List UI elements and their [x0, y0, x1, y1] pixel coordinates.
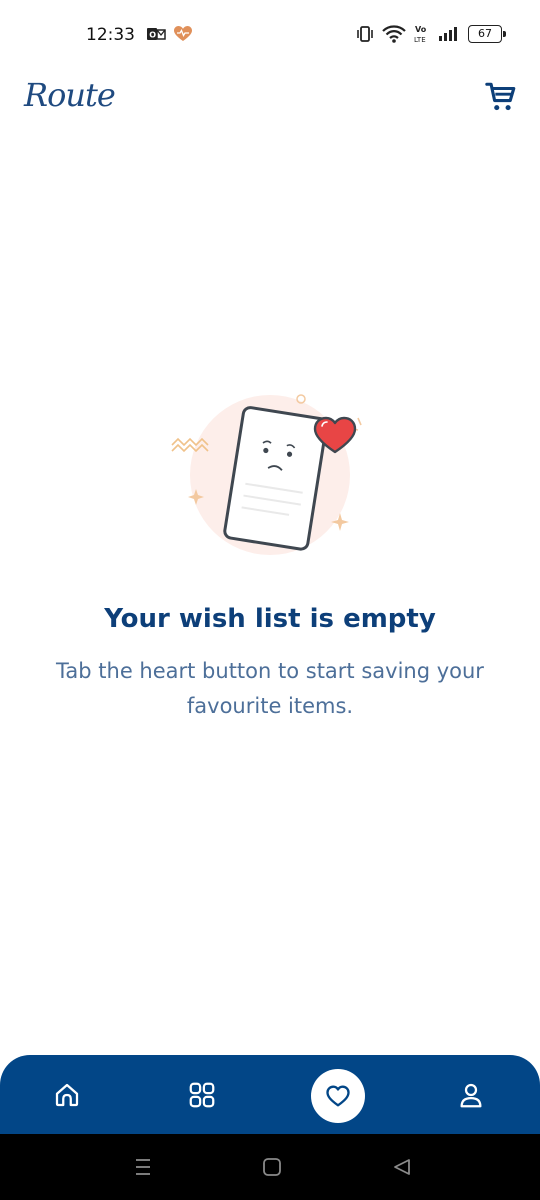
battery-indicator: 67 [468, 25, 506, 43]
empty-state-subtitle-line1: Tab the heart button to start saving you… [56, 659, 484, 683]
nav-wishlist[interactable] [311, 1069, 365, 1123]
vibrate-icon [357, 26, 373, 42]
empty-state-subtitle: Tab the heart button to start saving you… [10, 654, 530, 724]
cart-button[interactable] [482, 78, 520, 116]
health-heart-icon [174, 26, 192, 41]
recents-button[interactable] [130, 1154, 156, 1180]
route-logo: Route [24, 76, 116, 114]
empty-state-title: Your wish list is empty [104, 604, 436, 634]
recents-icon [136, 1159, 150, 1175]
home-icon [55, 1083, 79, 1107]
status-notification-icons: O [146, 26, 192, 42]
square-home-icon [263, 1158, 281, 1176]
nav-profile[interactable] [443, 1067, 499, 1123]
back-button[interactable] [389, 1154, 415, 1180]
empty-state-subtitle-line2: favourite items. [186, 694, 354, 718]
outlook-icon: O [147, 28, 166, 40]
status-system-icons: Vo LTE 67 [356, 24, 506, 44]
back-triangle-icon [394, 1159, 410, 1175]
system-navigation-bar [0, 1134, 540, 1200]
wifi-icon [382, 25, 406, 43]
nav-home[interactable] [39, 1067, 95, 1123]
bottom-navigation [0, 1055, 540, 1135]
volte-icon: Vo LTE [414, 25, 427, 44]
user-icon [460, 1083, 482, 1108]
grid-icon [189, 1082, 215, 1108]
svg-text:Vo: Vo [415, 25, 427, 34]
cart-icon [485, 82, 516, 111]
svg-text:LTE: LTE [414, 36, 426, 44]
heart-icon [326, 1085, 350, 1107]
empty-wishlist-illustration [171, 394, 362, 555]
app-header: Route [0, 72, 540, 132]
home-system-button[interactable] [259, 1154, 285, 1180]
signal-icon [439, 27, 457, 41]
svg-text:O: O [149, 31, 156, 40]
nav-categories[interactable] [174, 1067, 230, 1123]
status-bar: 12:33 O Vo LTE 67 [0, 0, 540, 72]
status-time: 12:33 [86, 25, 135, 45]
